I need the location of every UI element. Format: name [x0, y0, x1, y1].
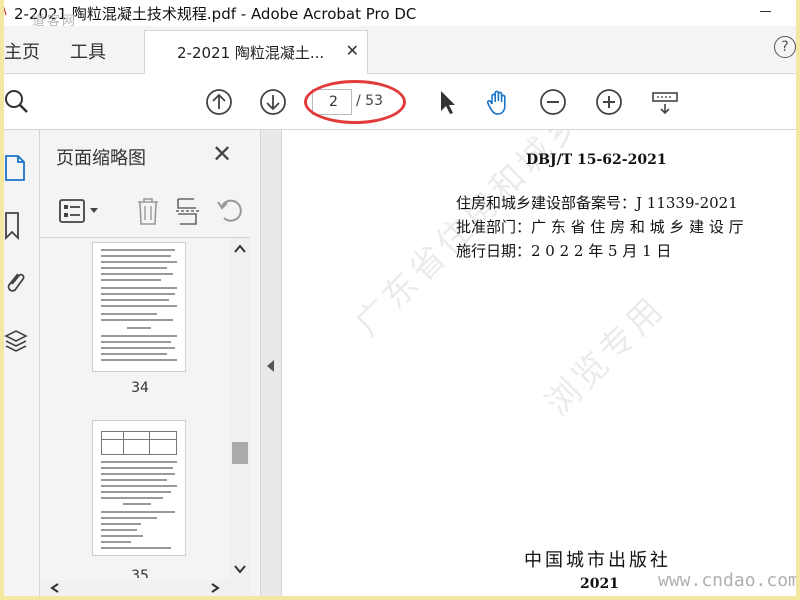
select-cursor-icon[interactable] — [432, 87, 462, 117]
publisher: 中国城市出版社 — [524, 550, 671, 571]
minimize-button[interactable] — [756, 0, 776, 20]
page-thumbnails-icon[interactable] — [4, 152, 28, 184]
left-tool-rail — [4, 130, 40, 596]
scroll-up-icon[interactable] — [234, 244, 246, 254]
acrobat-logo-icon: \ — [4, 2, 7, 18]
zoom-out-icon[interactable] — [538, 87, 568, 117]
thumbnail-options-icon[interactable] — [58, 198, 104, 224]
tab-home[interactable]: 主页 — [4, 38, 40, 64]
collapse-panel-icon[interactable] — [267, 360, 274, 372]
scroll-left-icon[interactable] — [50, 583, 60, 593]
scrollbar-thumb[interactable] — [232, 442, 248, 464]
thumbnail-label: 35 — [131, 568, 149, 578]
thumbnail-page-34[interactable] — [92, 242, 186, 372]
tab-document[interactable]: 2-2021 陶粒混凝土... ✕ — [144, 30, 368, 74]
rotate-page-icon[interactable] — [216, 196, 246, 226]
close-panel-icon[interactable]: ✕ — [212, 140, 232, 168]
attachment-icon[interactable] — [4, 266, 28, 298]
approval-department: 批准部门：广 东 省 住 房 和 城 乡 建 设 厅 — [456, 218, 744, 236]
scroll-mode-icon[interactable] — [650, 87, 680, 117]
thumbnail-horizontal-scrollbar[interactable] — [40, 580, 250, 596]
panel-title: 页面缩略图 — [56, 148, 146, 169]
search-icon[interactable] — [4, 87, 34, 117]
page-thumbnails-panel: 页面缩略图 ✕ 34 35 — [40, 130, 260, 596]
panel-splitter[interactable] — [260, 130, 282, 596]
scroll-right-icon[interactable] — [210, 583, 220, 593]
panel-toolbar — [40, 184, 250, 238]
thumbnail-list: 34 35 — [40, 242, 240, 578]
document-tab-label: 2-2021 陶粒混凝土... — [177, 44, 325, 62]
document-view[interactable]: 广东省住房和城乡建设厅信息 浏览专用 DBJ/T 15-62-2021 住房和城… — [282, 130, 796, 596]
extract-page-icon[interactable] — [176, 196, 202, 226]
help-icon[interactable]: ? — [774, 36, 796, 58]
standard-code: DBJ/T 15-62-2021 — [526, 152, 667, 168]
site-watermark: www.cndao.com — [658, 570, 796, 591]
bookmark-icon[interactable] — [4, 210, 28, 242]
acrobat-window: \ 2-2021 陶粒混凝土技术规程.pdf - Adobe Acrobat P… — [4, 0, 796, 596]
thumbnail-vertical-scrollbar[interactable] — [230, 238, 250, 580]
main-toolbar: 2 / 53 — [4, 74, 796, 130]
delete-page-icon[interactable] — [136, 196, 160, 226]
document-watermark-secondary: 浏览专用 — [537, 288, 674, 424]
highlight-annotation — [304, 80, 406, 124]
zoom-in-icon[interactable] — [594, 87, 624, 117]
layers-icon[interactable] — [4, 324, 28, 356]
thumbnail-page-35[interactable] — [92, 420, 186, 556]
scroll-down-icon[interactable] — [234, 564, 246, 574]
close-tab-icon[interactable]: ✕ — [346, 41, 359, 60]
next-page-icon[interactable] — [258, 87, 288, 117]
hand-tool-icon[interactable] — [484, 87, 514, 117]
tab-tools[interactable]: 工具 — [70, 38, 106, 64]
tab-bar: 主页 工具 2-2021 陶粒混凝土... ✕ ? — [4, 26, 796, 74]
record-number: 住房和城乡建设部备案号：J 11339-2021 — [456, 194, 738, 212]
previous-page-icon[interactable] — [204, 87, 234, 117]
thumbnail-label: 34 — [131, 380, 149, 396]
title-bar: \ 2-2021 陶粒混凝土技术规程.pdf - Adobe Acrobat P… — [4, 0, 796, 29]
effective-date: 施行日期：2 0 2 2 年 5 月 1 日 — [456, 242, 672, 260]
publication-year: 2021 — [580, 576, 619, 592]
